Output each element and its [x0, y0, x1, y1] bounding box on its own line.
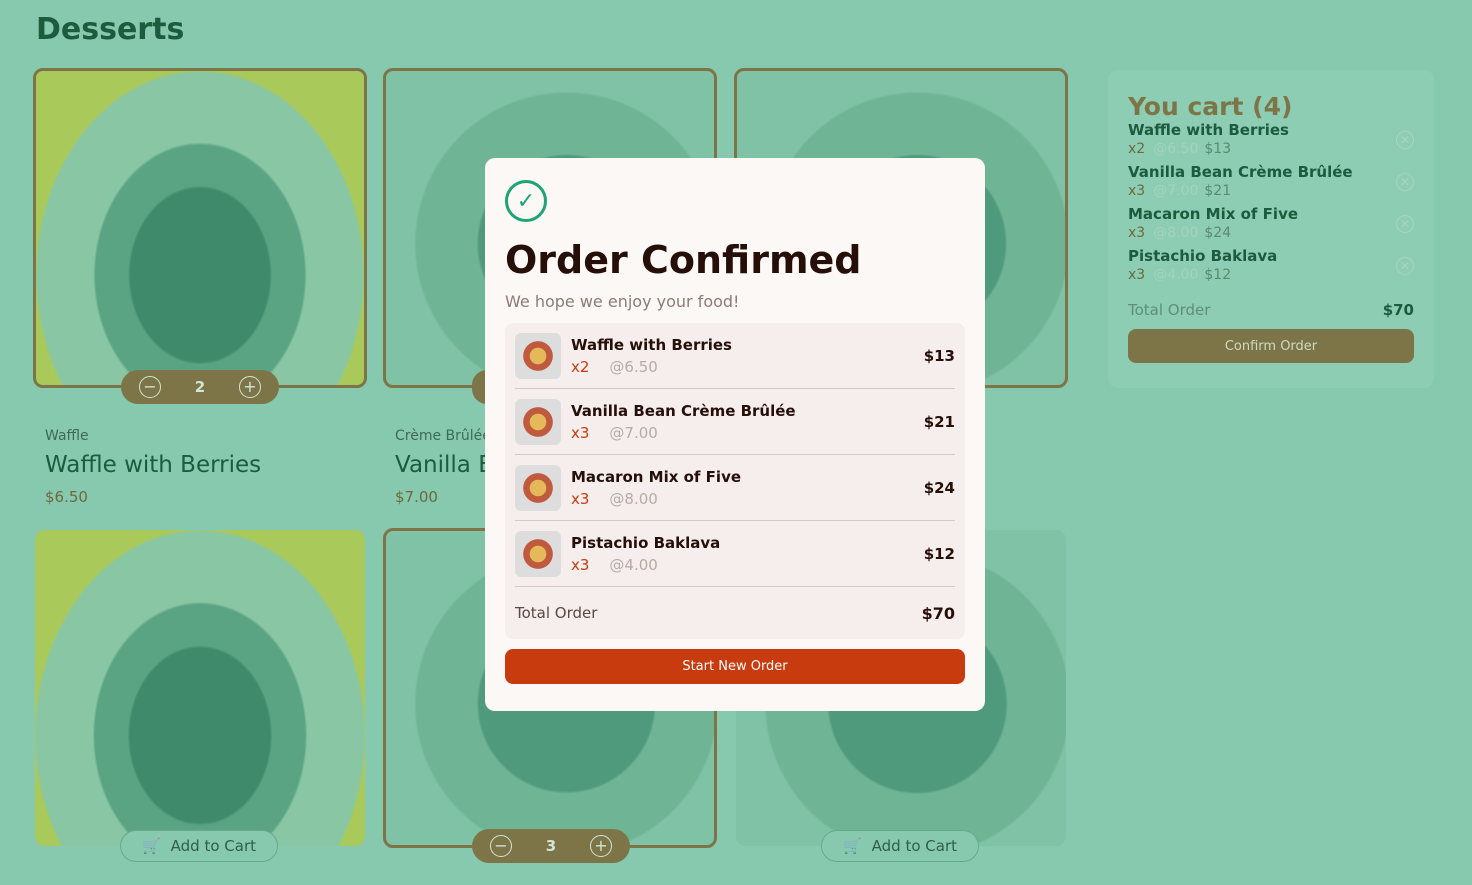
- cart-title: You cart (4): [1128, 92, 1293, 121]
- order-item-thumbnail: [515, 530, 561, 577]
- cart-item: Macaron Mix of Five x3 @8.00 $24 ✕: [1128, 205, 1414, 247]
- order-item-qty: x2: [571, 357, 590, 376]
- order-item: Macaron Mix of Five x3 @8.00 $24: [515, 455, 955, 521]
- add-to-cart-label: Add to Cart: [170, 837, 257, 855]
- cart-item-total: $12: [1204, 267, 1232, 283]
- product-image-waffle: [33, 68, 367, 388]
- order-item: Pistachio Baklava x3 @4.00 $12: [515, 521, 955, 587]
- quantity-stepper[interactable]: − 3 +: [472, 829, 630, 863]
- product-name: Waffle with Berries: [45, 452, 262, 478]
- check-circle-icon: ✓: [505, 180, 547, 222]
- order-confirmed-modal: ✓ Order Confirmed We hope we enjoy your …: [485, 158, 985, 711]
- remove-item-icon[interactable]: ✕: [1396, 215, 1414, 233]
- cart-item-name: Macaron Mix of Five: [1128, 205, 1299, 223]
- cart-item-total: $24: [1204, 225, 1232, 241]
- cart-item-unit: @8.00: [1153, 225, 1199, 241]
- order-item-total: $13: [923, 346, 955, 365]
- cart-item-qty: x2: [1128, 141, 1146, 157]
- modal-title: Order Confirmed: [505, 238, 862, 282]
- order-item-total: $21: [923, 412, 955, 431]
- order-total: Total Order $70: [515, 587, 955, 639]
- order-item: Waffle with Berries x2 @6.50 $13: [515, 323, 955, 389]
- cart-item: Pistachio Baklava x3 @4.00 $12 ✕: [1128, 247, 1414, 289]
- cart-item-qty: x3: [1128, 183, 1146, 199]
- order-total-label: Total Order: [515, 604, 598, 622]
- remove-item-icon[interactable]: ✕: [1396, 131, 1414, 149]
- plus-icon[interactable]: +: [590, 835, 612, 857]
- order-item-thumbnail: [515, 398, 561, 445]
- modal-subtitle: We hope we enjoy your food!: [505, 292, 740, 311]
- product-info: Waffle Waffle with Berries $6.50: [45, 428, 261, 506]
- cart-panel: You cart (4) Waffle with Berries x2 @6.50 $…: [1108, 70, 1434, 388]
- start-new-order-button[interactable]: Start New Order: [505, 649, 965, 684]
- order-item-thumbnail: [515, 464, 561, 511]
- cart-item-total: $21: [1204, 183, 1232, 199]
- cart-total-value: $70: [1382, 301, 1414, 319]
- order-item-name: Macaron Mix of Five: [571, 467, 742, 486]
- order-item-unit: @6.50: [609, 357, 658, 376]
- cart-item-name: Waffle with Berries: [1128, 121, 1289, 139]
- cart-icon: 🛒: [842, 837, 862, 855]
- order-item-qty: x3: [571, 423, 590, 442]
- remove-item-icon[interactable]: ✕: [1396, 257, 1414, 275]
- cart-item-name: Vanilla Bean Crème Brûlée: [1128, 163, 1353, 181]
- quantity-stepper[interactable]: − 2 +: [121, 370, 279, 404]
- product-image: [35, 530, 365, 846]
- order-item-name: Waffle with Berries: [571, 335, 732, 354]
- order-item-unit: @8.00: [609, 489, 658, 508]
- add-to-cart-button[interactable]: 🛒 Add to Cart: [821, 830, 979, 862]
- cart-item: Vanilla Bean Crème Brûlée x3 @7.00 $21 ✕: [1128, 163, 1414, 205]
- add-to-cart-label: Add to Cart: [871, 837, 958, 855]
- page-title: Desserts: [36, 12, 185, 47]
- cart-total: Total Order $70: [1128, 301, 1414, 319]
- quantity-value: 2: [194, 378, 206, 396]
- order-item-qty: x3: [571, 489, 590, 508]
- cart-item-unit: @7.00: [1153, 183, 1199, 199]
- order-item-name: Vanilla Bean Crème Brûlée: [571, 401, 796, 420]
- confirm-order-button[interactable]: Confirm Order: [1128, 329, 1414, 363]
- order-item-qty: x3: [571, 555, 590, 574]
- order-total-value: $70: [921, 603, 955, 623]
- product-price: $6.50: [45, 488, 88, 506]
- cart-item-qty: x3: [1128, 267, 1146, 283]
- plus-icon[interactable]: +: [239, 376, 261, 398]
- order-item-thumbnail: [515, 332, 561, 379]
- order-item-total: $12: [923, 544, 955, 563]
- order-item-total: $24: [923, 478, 955, 497]
- order-item-unit: @4.00: [609, 555, 658, 574]
- add-to-cart-button[interactable]: 🛒 Add to Cart: [120, 830, 278, 862]
- quantity-value: 3: [545, 837, 557, 855]
- order-item: Vanilla Bean Crème Brûlée x3 @7.00 $21: [515, 389, 955, 455]
- order-list: Waffle with Berries x2 @6.50 $13 Vanilla Bea…: [505, 323, 965, 639]
- cart-item-qty: x3: [1128, 225, 1146, 241]
- cart-item-name: Pistachio Baklava: [1128, 247, 1278, 265]
- cart-icon: 🛒: [141, 837, 161, 855]
- cart-total-label: Total Order: [1128, 301, 1211, 319]
- cart-item: Waffle with Berries x2 @6.50 $13 ✕: [1128, 121, 1414, 163]
- cart-item-unit: @4.00: [1153, 267, 1199, 283]
- product-category: Waffle: [45, 428, 89, 444]
- order-item-name: Pistachio Baklava: [571, 533, 721, 552]
- minus-icon[interactable]: −: [139, 376, 161, 398]
- cart-item-unit: @6.50: [1153, 141, 1199, 157]
- remove-item-icon[interactable]: ✕: [1396, 173, 1414, 191]
- cart-item-total: $13: [1204, 141, 1232, 157]
- order-item-unit: @7.00: [609, 423, 658, 442]
- minus-icon[interactable]: −: [490, 835, 512, 857]
